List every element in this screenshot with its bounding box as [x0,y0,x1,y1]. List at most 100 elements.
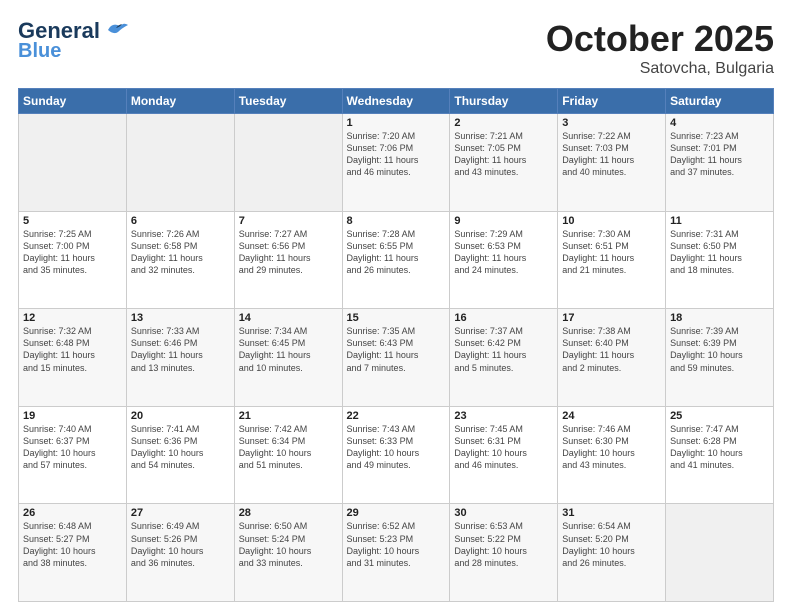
day-number: 29 [347,507,446,519]
day-cell: 10Sunrise: 7:30 AM Sunset: 6:51 PM Dayli… [558,211,666,309]
week-row-1: 1Sunrise: 7:20 AM Sunset: 7:06 PM Daylig… [19,114,774,212]
day-info: Sunrise: 7:28 AM Sunset: 6:55 PM Dayligh… [347,228,446,277]
day-cell: 13Sunrise: 7:33 AM Sunset: 6:46 PM Dayli… [126,309,234,407]
logo-blue: Blue [18,40,61,63]
day-number: 4 [670,117,769,129]
day-number: 1 [347,117,446,129]
day-number: 16 [454,312,553,324]
day-cell: 1Sunrise: 7:20 AM Sunset: 7:06 PM Daylig… [342,114,450,212]
title-block: October 2025 Satovcha, Bulgaria [546,18,774,78]
day-cell: 11Sunrise: 7:31 AM Sunset: 6:50 PM Dayli… [666,211,774,309]
day-number: 28 [239,507,338,519]
day-number: 12 [23,312,122,324]
day-info: Sunrise: 7:40 AM Sunset: 6:37 PM Dayligh… [23,423,122,472]
day-cell [126,114,234,212]
day-info: Sunrise: 6:52 AM Sunset: 5:23 PM Dayligh… [347,520,446,569]
day-cell: 19Sunrise: 7:40 AM Sunset: 6:37 PM Dayli… [19,406,127,504]
day-number: 6 [131,215,230,227]
day-info: Sunrise: 7:31 AM Sunset: 6:50 PM Dayligh… [670,228,769,277]
calendar-table: SundayMondayTuesdayWednesdayThursdayFrid… [18,88,774,602]
day-info: Sunrise: 7:35 AM Sunset: 6:43 PM Dayligh… [347,325,446,374]
day-cell: 7Sunrise: 7:27 AM Sunset: 6:56 PM Daylig… [234,211,342,309]
day-number: 22 [347,410,446,422]
day-number: 10 [562,215,661,227]
day-info: Sunrise: 7:42 AM Sunset: 6:34 PM Dayligh… [239,423,338,472]
weekday-header-row: SundayMondayTuesdayWednesdayThursdayFrid… [19,89,774,114]
day-info: Sunrise: 7:29 AM Sunset: 6:53 PM Dayligh… [454,228,553,277]
day-number: 21 [239,410,338,422]
day-info: Sunrise: 7:34 AM Sunset: 6:45 PM Dayligh… [239,325,338,374]
day-cell: 5Sunrise: 7:25 AM Sunset: 7:00 PM Daylig… [19,211,127,309]
day-info: Sunrise: 7:25 AM Sunset: 7:00 PM Dayligh… [23,228,122,277]
week-row-3: 12Sunrise: 7:32 AM Sunset: 6:48 PM Dayli… [19,309,774,407]
day-number: 17 [562,312,661,324]
day-cell: 2Sunrise: 7:21 AM Sunset: 7:05 PM Daylig… [450,114,558,212]
day-info: Sunrise: 6:50 AM Sunset: 5:24 PM Dayligh… [239,520,338,569]
day-cell: 3Sunrise: 7:22 AM Sunset: 7:03 PM Daylig… [558,114,666,212]
day-info: Sunrise: 7:27 AM Sunset: 6:56 PM Dayligh… [239,228,338,277]
day-cell: 25Sunrise: 7:47 AM Sunset: 6:28 PM Dayli… [666,406,774,504]
day-number: 13 [131,312,230,324]
day-number: 31 [562,507,661,519]
day-info: Sunrise: 7:32 AM Sunset: 6:48 PM Dayligh… [23,325,122,374]
day-number: 18 [670,312,769,324]
day-cell [19,114,127,212]
day-info: Sunrise: 7:20 AM Sunset: 7:06 PM Dayligh… [347,130,446,179]
weekday-header-sunday: Sunday [19,89,127,114]
day-number: 23 [454,410,553,422]
month-title: October 2025 [546,18,774,60]
day-cell: 6Sunrise: 7:26 AM Sunset: 6:58 PM Daylig… [126,211,234,309]
weekday-header-thursday: Thursday [450,89,558,114]
day-cell: 17Sunrise: 7:38 AM Sunset: 6:40 PM Dayli… [558,309,666,407]
day-number: 9 [454,215,553,227]
day-cell: 28Sunrise: 6:50 AM Sunset: 5:24 PM Dayli… [234,504,342,602]
day-info: Sunrise: 6:53 AM Sunset: 5:22 PM Dayligh… [454,520,553,569]
day-cell: 8Sunrise: 7:28 AM Sunset: 6:55 PM Daylig… [342,211,450,309]
weekday-header-saturday: Saturday [666,89,774,114]
day-number: 30 [454,507,553,519]
weekday-header-friday: Friday [558,89,666,114]
day-info: Sunrise: 7:33 AM Sunset: 6:46 PM Dayligh… [131,325,230,374]
day-number: 3 [562,117,661,129]
day-info: Sunrise: 7:21 AM Sunset: 7:05 PM Dayligh… [454,130,553,179]
day-cell: 16Sunrise: 7:37 AM Sunset: 6:42 PM Dayli… [450,309,558,407]
day-number: 19 [23,410,122,422]
day-number: 27 [131,507,230,519]
day-number: 24 [562,410,661,422]
day-cell: 15Sunrise: 7:35 AM Sunset: 6:43 PM Dayli… [342,309,450,407]
day-number: 26 [23,507,122,519]
week-row-2: 5Sunrise: 7:25 AM Sunset: 7:00 PM Daylig… [19,211,774,309]
day-cell: 21Sunrise: 7:42 AM Sunset: 6:34 PM Dayli… [234,406,342,504]
day-info: Sunrise: 7:37 AM Sunset: 6:42 PM Dayligh… [454,325,553,374]
day-cell [234,114,342,212]
day-cell: 18Sunrise: 7:39 AM Sunset: 6:39 PM Dayli… [666,309,774,407]
day-cell: 9Sunrise: 7:29 AM Sunset: 6:53 PM Daylig… [450,211,558,309]
day-number: 15 [347,312,446,324]
day-cell: 31Sunrise: 6:54 AM Sunset: 5:20 PM Dayli… [558,504,666,602]
day-cell: 20Sunrise: 7:41 AM Sunset: 6:36 PM Dayli… [126,406,234,504]
day-cell [666,504,774,602]
day-number: 7 [239,215,338,227]
day-info: Sunrise: 7:41 AM Sunset: 6:36 PM Dayligh… [131,423,230,472]
week-row-5: 26Sunrise: 6:48 AM Sunset: 5:27 PM Dayli… [19,504,774,602]
day-info: Sunrise: 7:43 AM Sunset: 6:33 PM Dayligh… [347,423,446,472]
day-info: Sunrise: 7:45 AM Sunset: 6:31 PM Dayligh… [454,423,553,472]
weekday-header-tuesday: Tuesday [234,89,342,114]
logo-bird-icon [102,20,130,42]
day-info: Sunrise: 7:26 AM Sunset: 6:58 PM Dayligh… [131,228,230,277]
day-cell: 4Sunrise: 7:23 AM Sunset: 7:01 PM Daylig… [666,114,774,212]
day-info: Sunrise: 7:46 AM Sunset: 6:30 PM Dayligh… [562,423,661,472]
day-info: Sunrise: 7:39 AM Sunset: 6:39 PM Dayligh… [670,325,769,374]
day-cell: 23Sunrise: 7:45 AM Sunset: 6:31 PM Dayli… [450,406,558,504]
weekday-header-monday: Monday [126,89,234,114]
day-number: 11 [670,215,769,227]
day-info: Sunrise: 7:30 AM Sunset: 6:51 PM Dayligh… [562,228,661,277]
day-info: Sunrise: 6:48 AM Sunset: 5:27 PM Dayligh… [23,520,122,569]
day-info: Sunrise: 6:54 AM Sunset: 5:20 PM Dayligh… [562,520,661,569]
header: General Blue October 2025 Satovcha, Bulg… [18,18,774,78]
day-info: Sunrise: 7:22 AM Sunset: 7:03 PM Dayligh… [562,130,661,179]
day-number: 5 [23,215,122,227]
day-cell: 29Sunrise: 6:52 AM Sunset: 5:23 PM Dayli… [342,504,450,602]
day-cell: 26Sunrise: 6:48 AM Sunset: 5:27 PM Dayli… [19,504,127,602]
day-number: 2 [454,117,553,129]
